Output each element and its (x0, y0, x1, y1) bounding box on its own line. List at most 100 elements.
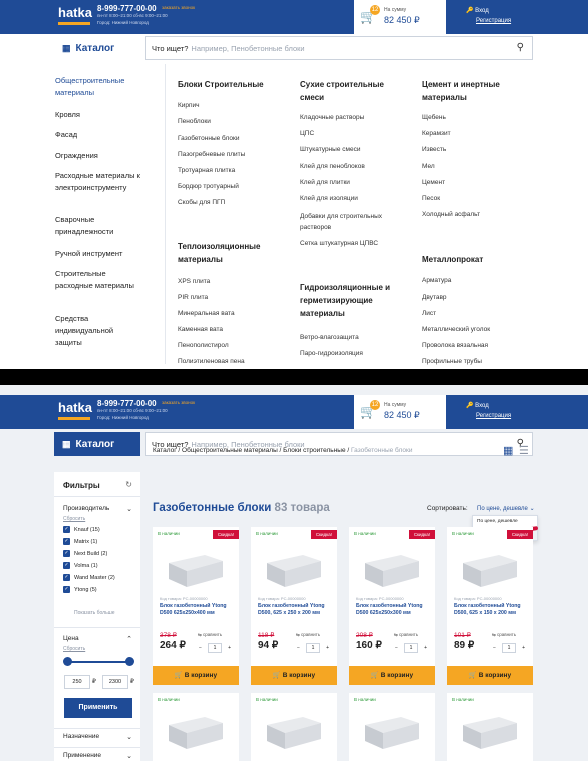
menu-group-title[interactable]: Цемент и инертные материалы (422, 78, 522, 104)
minus-icon[interactable]: − (199, 645, 202, 651)
menu-link[interactable]: Арматура (422, 277, 451, 284)
menu-link[interactable]: Скобы для ПГП (178, 199, 225, 206)
quantity-value[interactable]: 1 (208, 642, 222, 653)
checkbox-maker[interactable]: ✓ Wand Master (2) (63, 574, 115, 581)
filter-reset[interactable]: Сбросить (63, 516, 85, 522)
product-card[interactable]: В наличии (251, 693, 337, 761)
compare-link[interactable]: ⇆ сравнить (394, 632, 418, 638)
callback-link[interactable]: заказать звонок (162, 5, 195, 10)
sort-select[interactable]: По цене, дешевле ⌄ (477, 505, 535, 512)
menu-link[interactable]: Каменная вата (178, 326, 223, 333)
filter-application-title[interactable]: Применение (63, 752, 101, 759)
minus-icon[interactable]: − (395, 645, 398, 651)
refresh-icon[interactable]: ↻ (125, 480, 132, 489)
city-selector[interactable]: Город: Нижний Новгород (97, 415, 149, 420)
menu-item-welding[interactable]: Сварочные принадлежности (55, 214, 145, 238)
menu-link[interactable]: Клей для изоляции (300, 195, 358, 202)
menu-link[interactable]: Металлический уголок (422, 326, 490, 333)
checkbox-maker[interactable]: ✓ Knauf (15) (63, 526, 100, 533)
phone[interactable]: 8-999-777-00-00 (97, 399, 157, 408)
filter-maker-title[interactable]: Производитель (63, 505, 109, 512)
callback-link[interactable]: заказать звонок (162, 400, 195, 405)
menu-link[interactable]: Минеральная вата (178, 310, 235, 317)
filter-purpose-title[interactable]: Назначение (63, 733, 99, 740)
price-to-input[interactable]: 2300 (102, 675, 128, 689)
plus-icon[interactable]: + (522, 645, 525, 651)
price-slider-max[interactable] (125, 657, 134, 666)
chevron-down-icon[interactable]: ⌄ (126, 752, 132, 760)
minus-icon[interactable]: − (297, 645, 300, 651)
menu-group-title[interactable]: Металлопрокат (422, 253, 483, 266)
chevron-up-icon[interactable]: ⌃ (126, 635, 132, 643)
menu-link[interactable]: Клей для плитки (300, 179, 350, 186)
menu-item-hand-tools[interactable]: Ручной инструмент (55, 248, 155, 260)
menu-link[interactable]: Профильные трубы (422, 358, 482, 366)
filter-reset[interactable]: Сбросить (63, 646, 85, 652)
quantity-value[interactable]: 1 (306, 642, 320, 653)
checkbox-maker[interactable]: ✓ Ytong (5) (63, 586, 97, 593)
logo[interactable]: hatka (58, 6, 92, 28)
quantity-stepper[interactable]: −1 + (196, 642, 234, 653)
menu-link[interactable]: Известь (422, 146, 446, 153)
menu-item-general[interactable]: Общестроительные материалы (55, 75, 155, 99)
menu-link[interactable]: Песок (422, 195, 440, 202)
product-card[interactable]: В наличии (447, 693, 533, 761)
plus-icon[interactable]: + (424, 645, 427, 651)
menu-link[interactable]: Сетка штукатурная ЦПВС (300, 240, 378, 247)
compare-link[interactable]: ⇆ сравнить (198, 632, 222, 638)
add-to-cart-button[interactable]: 🛒 В корзину (153, 666, 239, 685)
menu-link[interactable]: PIR плита (178, 294, 208, 301)
product-name[interactable]: Блок газобетонный Ytong D500 625х250х300… (356, 603, 432, 617)
checkbox-maker[interactable]: ✓ Next Build (2) (63, 550, 107, 557)
show-more-link[interactable]: Показать больше (74, 610, 115, 616)
cart-button[interactable]: 🛒 12 На сумму 82 450 ₽ (354, 0, 446, 34)
menu-group-title[interactable]: Блоки Строительные (178, 78, 264, 91)
product-name[interactable]: Блок газобетонный Ytong D500, 625 х 150 … (454, 603, 530, 617)
menu-link[interactable]: Щебень (422, 114, 446, 121)
search-input[interactable]: Что ищет? Например, Пенобетонные блоки ⚲ (145, 36, 533, 60)
filter-price-title[interactable]: Цена (63, 635, 79, 642)
menu-link[interactable]: Тротуарная плитка (178, 167, 235, 174)
apply-filters-button[interactable]: Применить (64, 698, 132, 718)
catalog-button[interactable]: ▦ Каталог (54, 36, 140, 60)
product-name[interactable]: Блок газобетонный Ytong D500, 625 х 250 … (258, 603, 334, 617)
quantity-value[interactable]: 1 (404, 642, 418, 653)
menu-link[interactable]: Штукатурные смеси (300, 146, 360, 153)
price-slider-track[interactable] (67, 661, 131, 663)
logo[interactable]: hatka (58, 401, 92, 423)
menu-link[interactable]: Холодный асфальт (422, 211, 480, 218)
menu-link[interactable]: Мел (422, 163, 435, 170)
compare-link[interactable]: ⇆ сравнить (296, 632, 320, 638)
cart-button[interactable]: 🛒 12 На сумму 82 450 ₽ (354, 395, 446, 429)
menu-group-title[interactable]: Теплоизоляционные материалы (178, 240, 278, 266)
menu-item-protection[interactable]: Средства индивидуальной защиты (55, 313, 135, 349)
search-icon[interactable]: ⚲ (517, 42, 524, 53)
checkbox-maker[interactable]: ✓ Volma (1) (63, 562, 98, 569)
add-to-cart-button[interactable]: 🛒 В корзину (447, 666, 533, 685)
menu-item-consumables[interactable]: Расходные материалы к электроинструменту (55, 170, 145, 194)
menu-group-title[interactable]: Гидроизоляционные и герметизирующие мате… (300, 281, 405, 320)
menu-link[interactable]: Клей для пеноблоков (300, 163, 365, 170)
menu-item-building-consumables[interactable]: Строительные расходные материалы (55, 268, 140, 292)
menu-link[interactable]: Керамзит (422, 130, 451, 137)
add-to-cart-button[interactable]: 🛒 В корзину (349, 666, 435, 685)
product-card[interactable]: В наличии (153, 693, 239, 761)
menu-link[interactable]: Кладочные растворы (300, 114, 364, 121)
menu-link[interactable]: Бордюр тротуарный (178, 183, 239, 190)
menu-link[interactable]: Цемент (422, 179, 445, 186)
city-selector[interactable]: Город: Нижний Новгород (97, 20, 149, 25)
product-card[interactable]: В наличии Скидка! Код товара: PC-00000000 Б… (349, 527, 435, 685)
chevron-down-icon[interactable]: ⌄ (126, 733, 132, 741)
minus-icon[interactable]: − (493, 645, 496, 651)
plus-icon[interactable]: + (326, 645, 329, 651)
menu-item-fences[interactable]: Ограждения (55, 150, 155, 162)
menu-link[interactable]: Пазогребневые плиты (178, 151, 245, 158)
menu-link[interactable]: Лист (422, 310, 436, 317)
plus-icon[interactable]: + (228, 645, 231, 651)
product-card[interactable]: В наличии Скидка! Код товара: PC-00000000 Б… (153, 527, 239, 685)
quantity-stepper[interactable]: −1 + (294, 642, 332, 653)
menu-link[interactable]: XPS плита (178, 278, 210, 285)
price-from-input[interactable]: 250 (64, 675, 90, 689)
menu-link[interactable]: Паро-гидроизоляция (300, 350, 363, 357)
menu-link[interactable]: Ветро-влагозащита (300, 334, 359, 341)
